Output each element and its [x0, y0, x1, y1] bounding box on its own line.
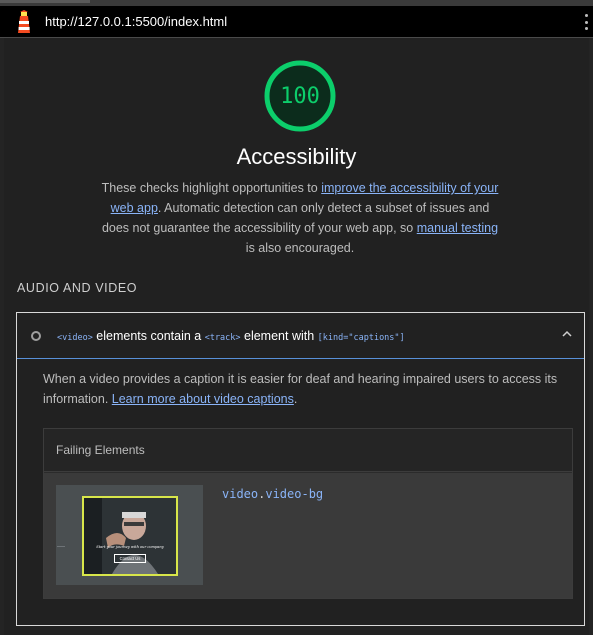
score-value: 100: [280, 83, 320, 109]
code-track: <track>: [204, 332, 241, 343]
description-text-3: is also encouraged.: [245, 241, 355, 255]
lighthouse-report: 100 Accessibility These checks highlight…: [4, 38, 589, 635]
learn-more-link[interactable]: Learn more about video captions: [112, 392, 294, 406]
informative-circle-icon: [31, 330, 41, 341]
code-kind-captions: [kind="captions"]: [317, 332, 405, 343]
audit-title-text-1: elements contain a: [92, 328, 205, 343]
chevron-up-icon[interactable]: [562, 329, 572, 339]
table-row: Start your journey with our company Cont…: [44, 473, 572, 598]
group-title: AUDIO AND VIDEO: [17, 281, 138, 295]
element-screenshot[interactable]: Start your journey with our company Cont…: [56, 485, 203, 585]
address-bar: http://127.0.0.1:5500/index.html: [0, 6, 593, 38]
description-text-1: These checks highlight opportunities to: [101, 181, 322, 195]
lighthouse-icon: [18, 9, 30, 33]
tab-edge: [0, 0, 90, 3]
selector-tag: video: [222, 487, 259, 501]
audit-description-end: .: [293, 392, 298, 406]
kebab-menu-icon[interactable]: [583, 14, 589, 30]
category-title: Accessibility: [236, 144, 357, 169]
score-gauge: 100: [262, 58, 338, 134]
thumbnail-caption: Start your journey with our company: [96, 545, 164, 549]
element-highlight: Start your journey with our company Cont…: [82, 496, 178, 576]
failing-elements-table: Failing Elements Start your journey with…: [43, 428, 573, 599]
audit-description: When a video provides a caption it is ea…: [43, 369, 563, 409]
audit-title-text-2: element with: [240, 328, 318, 343]
audit-header[interactable]: <video> elements contain a <track> eleme…: [17, 313, 584, 359]
arrow-left-icon: [57, 546, 65, 547]
thumbnail-contact-button: Contact Us: [114, 554, 146, 563]
code-video: <video>: [57, 332, 93, 343]
failing-elements-header: Failing Elements: [44, 429, 572, 472]
element-selector[interactable]: video.video-bg: [222, 487, 323, 501]
audit-video-caption: <video> elements contain a <track> eleme…: [16, 312, 585, 626]
category-description: These checks highlight opportunities to …: [98, 178, 502, 258]
url-text[interactable]: http://127.0.0.1:5500/index.html: [45, 14, 227, 29]
audit-title: <video> elements contain a <track> eleme…: [57, 329, 405, 343]
selector-class: video-bg: [265, 487, 324, 501]
manual-testing-link[interactable]: manual testing: [417, 221, 498, 235]
